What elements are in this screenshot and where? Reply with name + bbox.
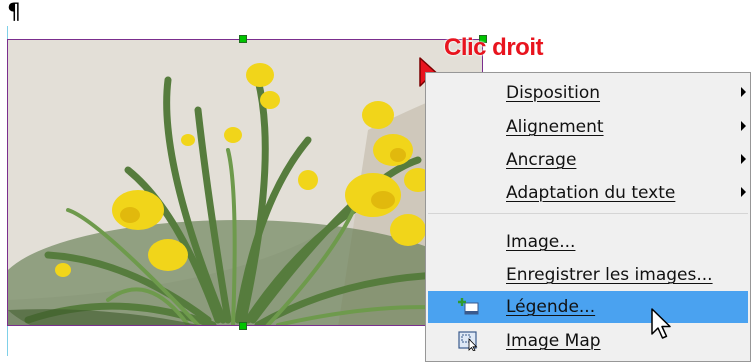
menu-item-label: Enregistrer les images... [506,265,713,285]
selected-image[interactable] [7,39,483,326]
menu-item-legende[interactable]: Légende... [428,291,748,323]
iris-flowers-photo [8,40,482,325]
paragraph-mark: ¶ [7,0,21,25]
menu-item-label: Légende... [506,297,596,317]
menu-item-label: Alignement [506,117,604,137]
right-click-annotation: Clic droit [444,34,544,61]
menu-item-enregistrer-les-images[interactable]: Enregistrer les images... [428,259,748,291]
caption-icon [458,298,479,315]
menu-item-label: Image Map [506,331,601,351]
image-map-icon [458,331,478,351]
menu-item-image[interactable]: Image... [428,226,748,258]
menu-item-adaptation-du-texte[interactable]: Adaptation du texte [428,177,748,209]
menu-item-disposition[interactable]: Disposition [428,77,748,109]
menu-item-alignement[interactable]: Alignement [428,111,748,143]
submenu-arrow-icon [741,154,746,164]
submenu-arrow-icon [741,187,746,197]
submenu-arrow-icon [741,121,746,131]
menu-item-label: Disposition [506,83,601,103]
resize-handle-bottom-middle[interactable] [239,322,247,330]
resize-handle-top-left[interactable] [239,35,247,43]
menu-separator [428,213,748,214]
mouse-pointer-icon [651,308,671,339]
menu-item-ancrage[interactable]: Ancrage [428,144,748,176]
menu-item-label: Adaptation du texte [506,183,676,203]
menu-item-image-map[interactable]: Image Map [428,325,748,357]
submenu-arrow-icon [741,87,746,97]
menu-item-label: Image... [506,232,576,252]
menu-item-label: Ancrage [506,150,577,170]
context-menu: Disposition Alignement Ancrage Adaptatio… [425,72,751,362]
